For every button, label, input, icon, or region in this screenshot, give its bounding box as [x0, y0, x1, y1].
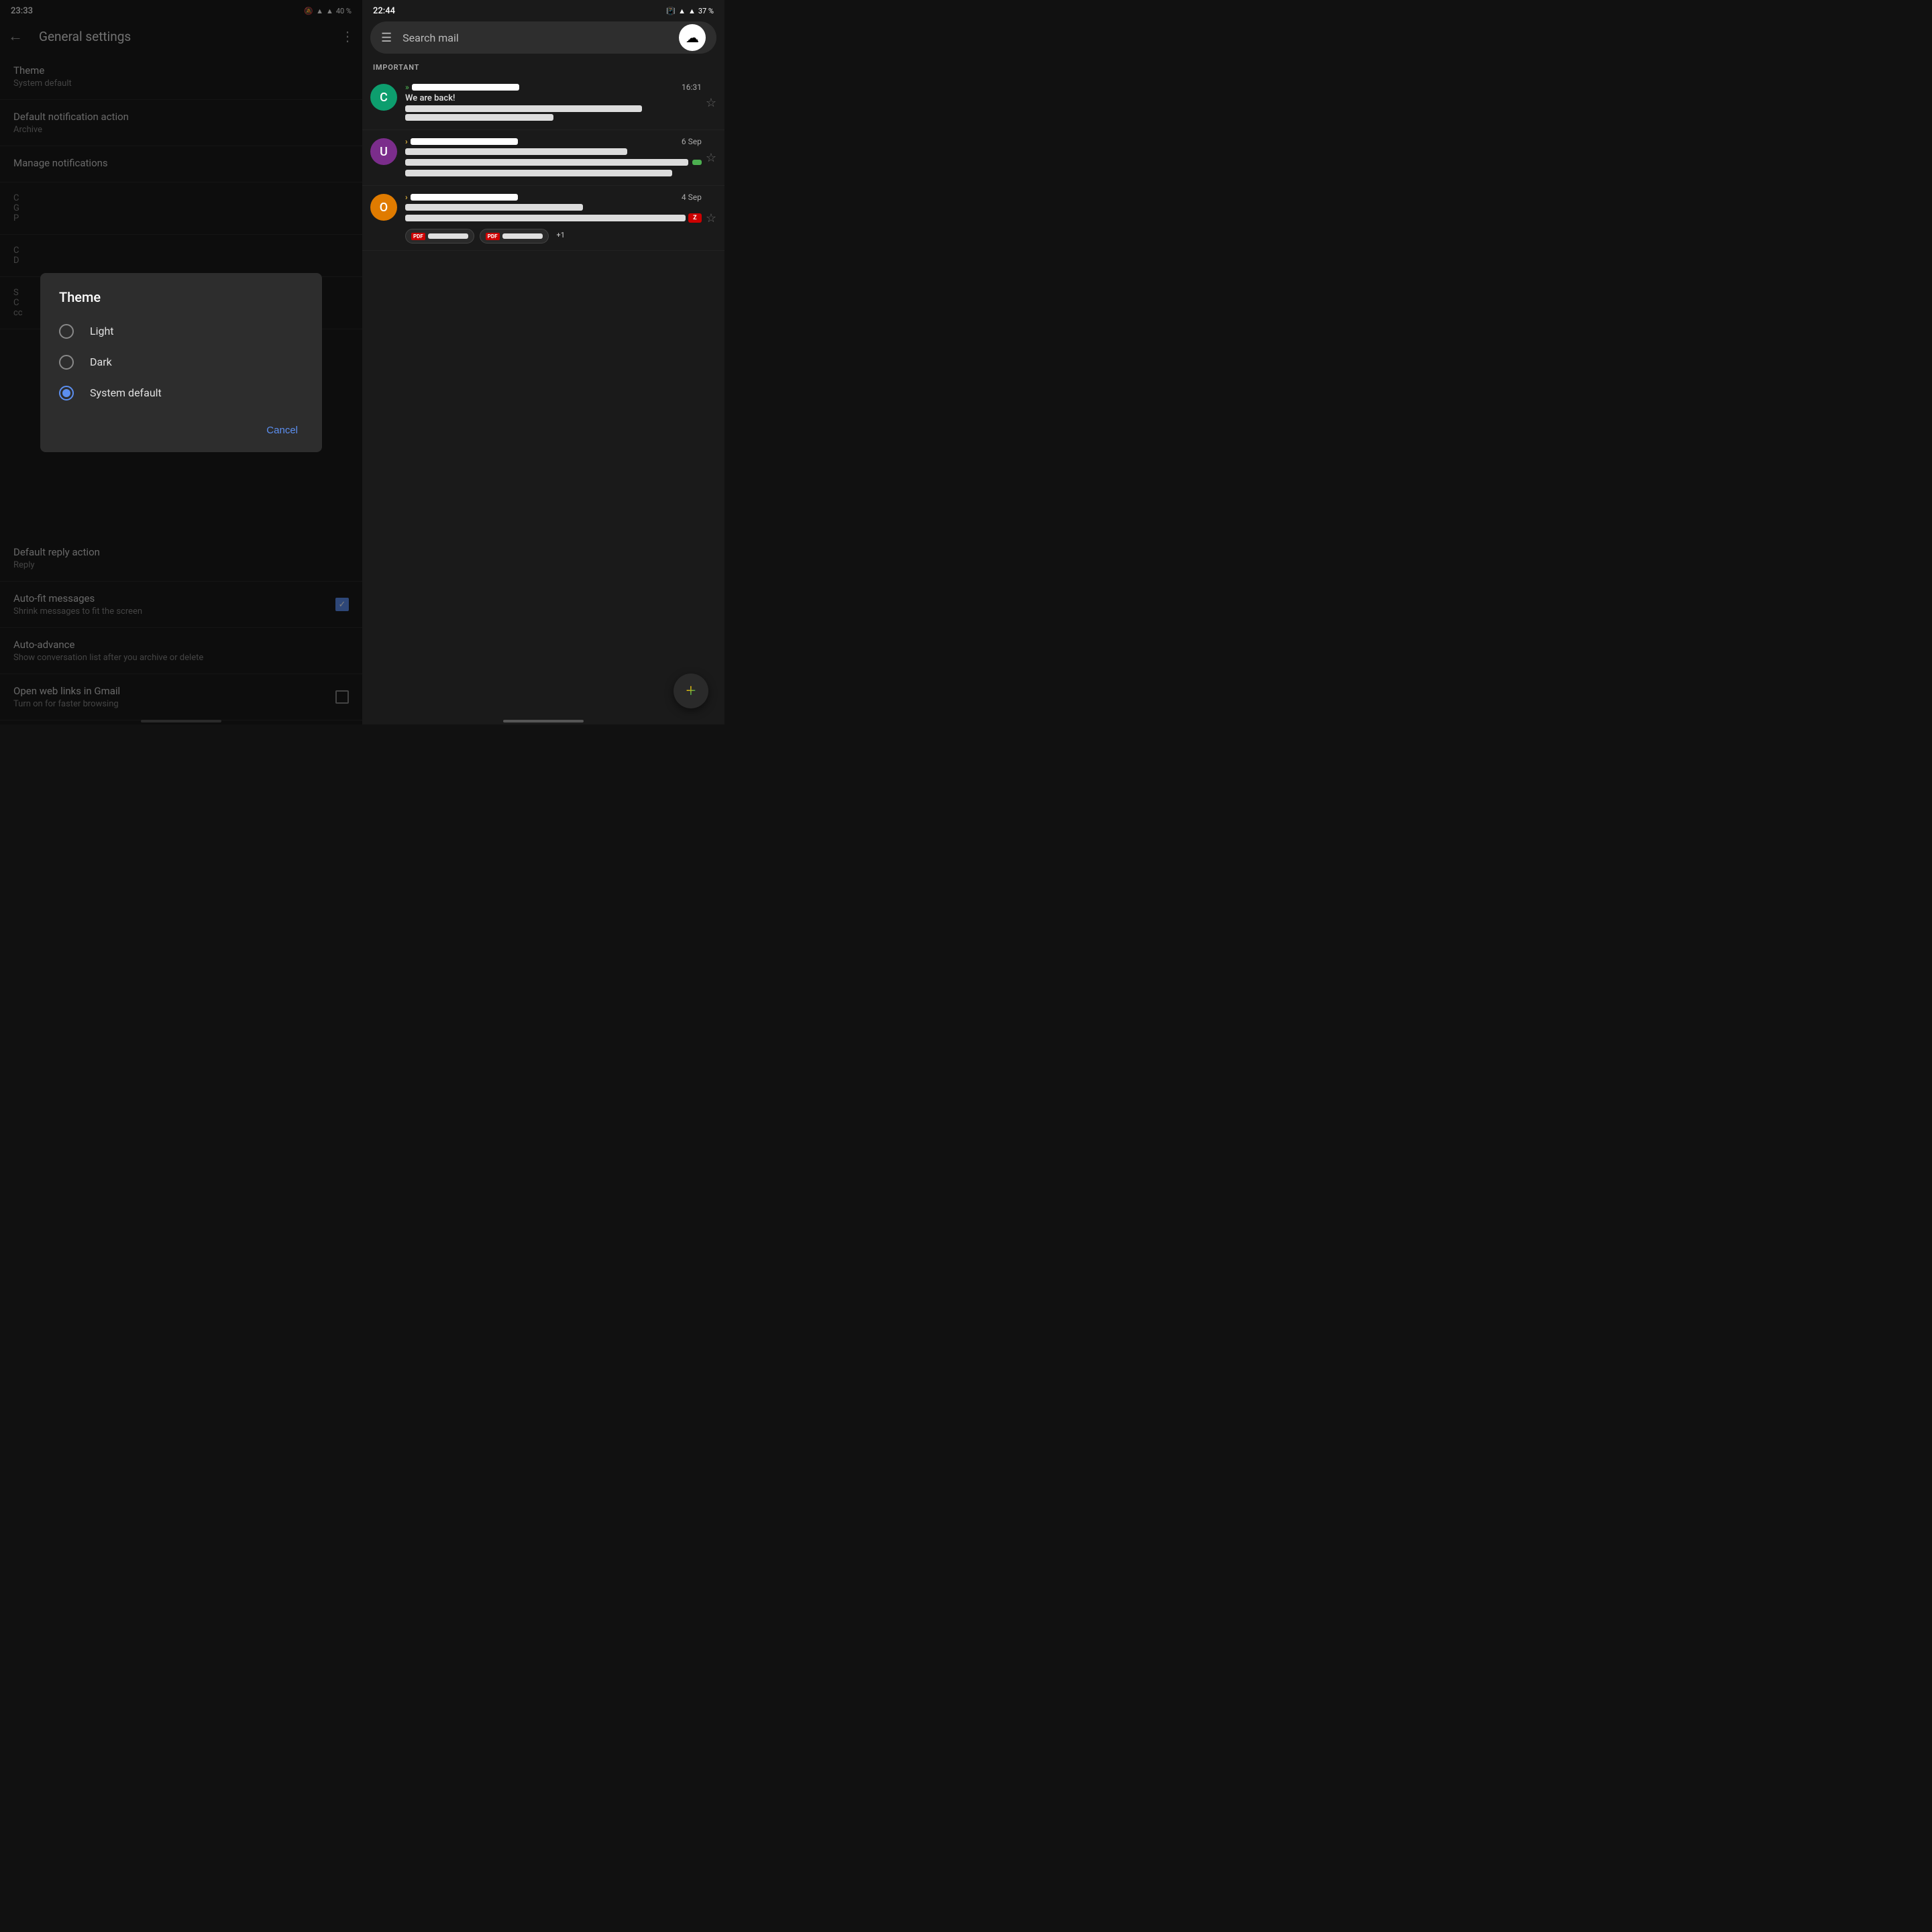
dialog-overlay: Theme Light Dark System default Cancel [0, 0, 362, 724]
email-sender-0: » [405, 83, 519, 92]
vibrate-icon: 📳 [666, 7, 676, 15]
user-avatar[interactable]: ☁ [679, 24, 706, 51]
search-input[interactable]: Search mail [402, 32, 679, 44]
label-z: Z [688, 213, 702, 223]
radio-label-dark: Dark [90, 356, 112, 368]
more-attachments: +1 [557, 231, 565, 239]
subject-redacted-1 [405, 148, 627, 155]
star-1[interactable]: ☆ [706, 151, 716, 165]
radio-label-system: System default [90, 386, 162, 399]
sender-redacted-2 [411, 194, 518, 201]
att-text-0 [428, 233, 468, 239]
email-content-1: › 6 Sep [405, 137, 702, 178]
star-0[interactable]: ☆ [706, 96, 716, 110]
preview-redacted-1b [405, 170, 672, 176]
dialog-title: Theme [40, 289, 322, 316]
email-subject-0: We are back! [405, 93, 702, 103]
menu-icon[interactable]: ☰ [381, 31, 392, 45]
theme-dialog: Theme Light Dark System default Cancel [40, 273, 322, 452]
right-home-bar [503, 720, 584, 722]
attachment-1: PDF [480, 229, 549, 244]
tag-green-1 [692, 160, 702, 165]
right-home-indicator [362, 720, 724, 724]
compose-fab[interactable]: + [674, 674, 708, 708]
email-content-0: » 16:31 We are back! [405, 83, 702, 123]
email-top-0: » 16:31 [405, 83, 702, 92]
subject-redacted-2 [405, 204, 583, 211]
wifi-icon-right: ▲ [678, 7, 686, 15]
pdf-icon-0: PDF [411, 233, 425, 240]
radio-dark[interactable]: Dark [40, 347, 322, 378]
star-2[interactable]: ☆ [706, 211, 716, 225]
email-avatar-2: O [370, 194, 397, 221]
pdf-icon-1: PDF [486, 233, 500, 240]
sender-redacted-1 [411, 138, 518, 145]
attachment-0: PDF [405, 229, 474, 244]
email-item-2[interactable]: O › 4 Sep Z PDF [362, 186, 724, 251]
radio-light[interactable]: Light [40, 316, 322, 347]
compose-plus-icon: + [686, 681, 696, 701]
forward-arrow-1: › [405, 137, 408, 146]
sender-redacted-0 [412, 84, 519, 91]
email-time-2: 4 Sep [682, 193, 702, 202]
email-sender-2: › [405, 193, 518, 202]
preview-redacted-1 [405, 159, 688, 166]
radio-label-light: Light [90, 325, 114, 337]
right-status-icons: 📳 ▲ ▲ 37 % [666, 7, 714, 15]
email-avatar-0: C [370, 84, 397, 111]
radio-circle-dark [59, 355, 74, 370]
radio-circle-light [59, 324, 74, 339]
forward-arrow-0: » [405, 83, 409, 92]
email-time-1: 6 Sep [682, 137, 702, 146]
preview-redacted-2 [405, 215, 686, 221]
email-item-0[interactable]: C » 16:31 We are back! ☆ [362, 76, 724, 130]
email-avatar-1: U [370, 138, 397, 165]
email-top-1: › 6 Sep [405, 137, 702, 146]
signal-icon-right: ▲ [688, 7, 696, 15]
section-label: IMPORTANT [362, 59, 724, 76]
right-status-bar: 22:44 📳 ▲ ▲ 37 % [362, 0, 724, 19]
dialog-actions: Cancel [40, 409, 322, 447]
right-panel: 22:44 📳 ▲ ▲ 37 % ☰ Search mail ☁ IMPORTA… [362, 0, 724, 724]
preview-redacted-0 [405, 105, 642, 112]
email-item-1[interactable]: U › 6 Sep ☆ [362, 130, 724, 186]
right-time: 22:44 [373, 6, 395, 16]
radio-circle-system [59, 386, 74, 400]
cancel-button[interactable]: Cancel [258, 419, 306, 441]
email-list: C » 16:31 We are back! ☆ U [362, 76, 724, 720]
email-sender-1: › [405, 137, 518, 146]
radio-system-default[interactable]: System default [40, 378, 322, 409]
preview-redacted-0b [405, 114, 553, 121]
battery-text-right: 37 % [698, 7, 714, 15]
email-content-2: › 4 Sep Z PDF PDF [405, 193, 702, 244]
search-bar[interactable]: ☰ Search mail ☁ [370, 21, 716, 54]
email-time-0: 16:31 [682, 83, 702, 92]
forward-arrow-2: › [405, 193, 408, 202]
email-top-2: › 4 Sep [405, 193, 702, 202]
left-panel: 23:33 🔕 ▲ ▲ 40 % ← General settings ⋮ Th… [0, 0, 362, 724]
att-text-1 [502, 233, 543, 239]
